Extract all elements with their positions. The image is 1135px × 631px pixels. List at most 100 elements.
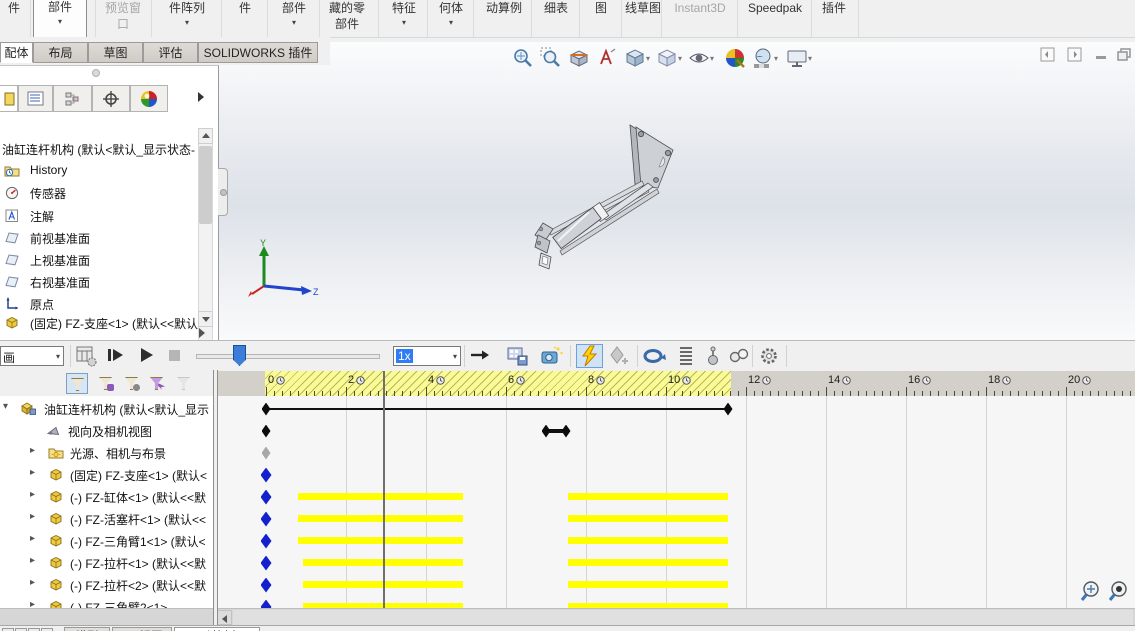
change-bar[interactable] bbox=[568, 493, 728, 500]
annotations-icon[interactable] bbox=[595, 46, 619, 70]
commandmanager-tab[interactable]: 布局 bbox=[33, 42, 88, 63]
key-diamond[interactable] bbox=[260, 577, 272, 593]
timeline-key-area[interactable] bbox=[216, 396, 1135, 608]
ribbon-item[interactable]: 线草图 bbox=[624, 0, 662, 37]
expand-arrow-icon[interactable]: ▸ bbox=[30, 599, 35, 608]
ribbon-item[interactable]: 件 bbox=[2, 0, 26, 37]
apply-scene-icon[interactable] bbox=[751, 46, 775, 70]
autokey-toggle-button[interactable] bbox=[576, 344, 603, 368]
motion-tree-item[interactable]: ▸ (-) FZ-三角臂1<1> (默认< bbox=[0, 530, 213, 552]
commandmanager-tab[interactable]: 配体 bbox=[0, 42, 33, 63]
timebar-slider-thumb[interactable] bbox=[233, 345, 246, 366]
ribbon-item[interactable]: 件 bbox=[226, 0, 264, 37]
ribbon-item[interactable]: 插件 bbox=[814, 0, 854, 37]
timebar-playhead[interactable] bbox=[383, 371, 385, 608]
dropdown-arrow-icon[interactable]: ▾ bbox=[808, 54, 812, 63]
play-from-start-button[interactable] bbox=[104, 344, 130, 368]
dropdown-arrow-icon[interactable]: ▾ bbox=[678, 54, 682, 63]
scroll-up-button[interactable] bbox=[198, 128, 213, 144]
calculate-button[interactable] bbox=[74, 344, 100, 368]
change-bar[interactable] bbox=[568, 581, 728, 588]
change-bar[interactable] bbox=[568, 537, 728, 544]
scrollbar-track[interactable] bbox=[233, 610, 1133, 625]
expand-arrow-icon[interactable]: ▸ bbox=[30, 555, 35, 566]
motion-tree-item[interactable]: ▸ (-) FZ-三角臂2<1> bbox=[0, 596, 213, 608]
dropdown-arrow-icon[interactable]: ▾ bbox=[774, 54, 778, 63]
zoom-to-fit-icon[interactable] bbox=[511, 46, 535, 70]
play-button[interactable] bbox=[134, 344, 160, 368]
motion-tree-item[interactable]: ▸ (-) FZ-缸体<1> (默认<<默 bbox=[0, 486, 213, 508]
zoom-to-area-icon[interactable] bbox=[539, 46, 563, 70]
filter-all-icon[interactable] bbox=[66, 373, 88, 394]
appearances-tab[interactable] bbox=[130, 85, 168, 112]
expand-arrow-icon[interactable]: ▸ bbox=[30, 445, 35, 456]
expand-arrow-icon[interactable]: ▸ bbox=[30, 533, 35, 544]
graphics-viewport[interactable]: ▾ ▾ ▾ ▾ ▾ Y Z bbox=[218, 42, 1135, 340]
stop-button[interactable] bbox=[163, 344, 189, 368]
ribbon-item[interactable]: 何体 ▾ bbox=[430, 0, 472, 37]
view-settings-icon[interactable] bbox=[785, 46, 809, 70]
motion-tree-item[interactable]: ▸ (-) FZ-拉杆<1> (默认<<默 bbox=[0, 552, 213, 574]
feature-tree-item[interactable]: (固定) FZ-支座<1> (默认<<默认 bbox=[0, 312, 218, 334]
minimize-icon[interactable] bbox=[1094, 47, 1111, 62]
key-diamond[interactable] bbox=[261, 402, 271, 416]
motion-tree-item[interactable]: ▸ (固定) FZ-支座<1> (默认< bbox=[0, 464, 213, 486]
panel-splitter-dot[interactable] bbox=[92, 69, 100, 77]
ribbon-item[interactable]: 藏的零部件 bbox=[324, 0, 370, 37]
expand-arrow-icon[interactable]: ▸ bbox=[30, 511, 35, 522]
ribbon-item[interactable]: Speedpak bbox=[740, 0, 810, 37]
display-style-icon[interactable] bbox=[655, 46, 679, 70]
motion-tree-item[interactable]: ▸ (-) FZ-拉杆<2> (默认<<默 bbox=[0, 574, 213, 596]
panel-splitter-handle[interactable] bbox=[218, 168, 228, 216]
save-animation-button[interactable] bbox=[506, 344, 532, 368]
spring-button[interactable] bbox=[674, 344, 700, 368]
filter-animated-icon[interactable] bbox=[95, 373, 117, 394]
key-diamond[interactable] bbox=[261, 424, 271, 438]
view-orientation-icon[interactable] bbox=[623, 46, 647, 70]
dropdown-arrow-icon[interactable]: ▾ bbox=[710, 54, 714, 63]
collapse-right-icon[interactable] bbox=[1067, 47, 1084, 62]
scroll-down-button[interactable] bbox=[198, 311, 213, 327]
motion-tree-item[interactable]: 视向及相机视图 bbox=[0, 420, 213, 442]
ribbon-item[interactable]: 动算例 bbox=[477, 0, 531, 37]
hide-show-items-icon[interactable] bbox=[687, 46, 711, 70]
ribbon-item[interactable]: 图 bbox=[582, 0, 620, 37]
add-key-button[interactable] bbox=[607, 344, 633, 368]
ribbon-item[interactable]: 特征 ▾ bbox=[382, 0, 426, 37]
expand-arrow-icon[interactable]: ▾ bbox=[3, 401, 8, 412]
feature-tree-item[interactable]: 注解 bbox=[0, 205, 218, 227]
commandmanager-tab[interactable]: 评估 bbox=[143, 42, 198, 63]
panel-expand-chevron[interactable] bbox=[198, 92, 204, 102]
key-diamond[interactable] bbox=[260, 555, 272, 571]
timebar-slider-track[interactable] bbox=[196, 354, 380, 359]
commandmanager-tab[interactable]: 草图 bbox=[88, 42, 143, 63]
ribbon-item[interactable]: 部件 ▾ bbox=[272, 0, 316, 37]
ribbon-item[interactable]: 细表 bbox=[534, 0, 578, 37]
3d-model-assembly[interactable] bbox=[505, 95, 705, 290]
ribbon-item[interactable]: 件阵列 ▾ bbox=[157, 0, 217, 37]
key-diamond[interactable] bbox=[260, 533, 272, 549]
filter-driving-icon[interactable] bbox=[121, 373, 143, 394]
expand-arrow-icon[interactable]: ▸ bbox=[30, 467, 35, 478]
tree-flyout-chevron[interactable] bbox=[199, 328, 205, 338]
timeline-ruler[interactable]: 0 2 4 6 8 10 12 14 16 18 20 bbox=[216, 370, 1135, 397]
key-diamond[interactable] bbox=[260, 511, 272, 527]
force-button[interactable] bbox=[701, 344, 727, 368]
edit-appearance-icon[interactable] bbox=[723, 46, 747, 70]
contact-button[interactable] bbox=[727, 344, 753, 368]
ribbon-item[interactable]: 部件 ▾ bbox=[33, 0, 87, 37]
change-bar[interactable] bbox=[298, 515, 464, 522]
change-bar[interactable] bbox=[298, 493, 464, 500]
study-type-combobox[interactable]: 画 ▾ bbox=[0, 346, 64, 366]
document-tab[interactable]: 模型 bbox=[64, 627, 110, 631]
change-bar[interactable] bbox=[298, 537, 464, 544]
dimxpert-tab[interactable] bbox=[92, 85, 130, 112]
key-diamond[interactable] bbox=[561, 424, 571, 438]
section-view-icon[interactable] bbox=[567, 46, 591, 70]
ribbon-item[interactable]: 预览窗口 bbox=[100, 0, 146, 37]
collapse-left-icon[interactable] bbox=[1040, 47, 1057, 62]
timeline-zoom-fit-icon[interactable] bbox=[1080, 579, 1104, 604]
playback-speed-combobox[interactable]: 1x ▾ bbox=[393, 346, 461, 366]
propertymanager-tab[interactable] bbox=[18, 85, 53, 112]
document-tab[interactable]: 运动算例 2 bbox=[174, 627, 260, 631]
